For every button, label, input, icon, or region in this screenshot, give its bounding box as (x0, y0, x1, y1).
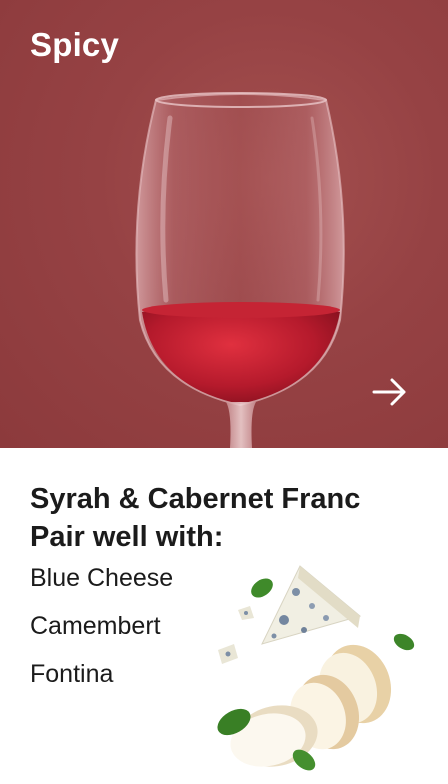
pairing-panel: Syrah & Cabernet Franc Pair well with: B… (0, 448, 448, 784)
pairing-title-subtitle: Pair well with: (30, 521, 224, 553)
wine-pairing-card: Spicy Syrah & Cabernet Franc Pair well w… (0, 0, 448, 784)
cheese-platter-image (217, 565, 415, 771)
list-item-fontina: Fontina (30, 660, 114, 688)
next-button[interactable] (366, 372, 414, 412)
hero-panel: Spicy (0, 0, 448, 448)
list-item-blue-cheese: Blue Cheese (30, 564, 174, 592)
pairing-title-wine: Syrah & Cabernet Franc (30, 483, 361, 515)
pairing-title: Syrah & Cabernet Franc Pair well with: (30, 480, 430, 556)
arrow-right-icon (372, 378, 406, 406)
pairing-list: Blue Cheese Camembert Fontina (30, 566, 173, 710)
list-item-camembert: Camembert (30, 612, 161, 640)
